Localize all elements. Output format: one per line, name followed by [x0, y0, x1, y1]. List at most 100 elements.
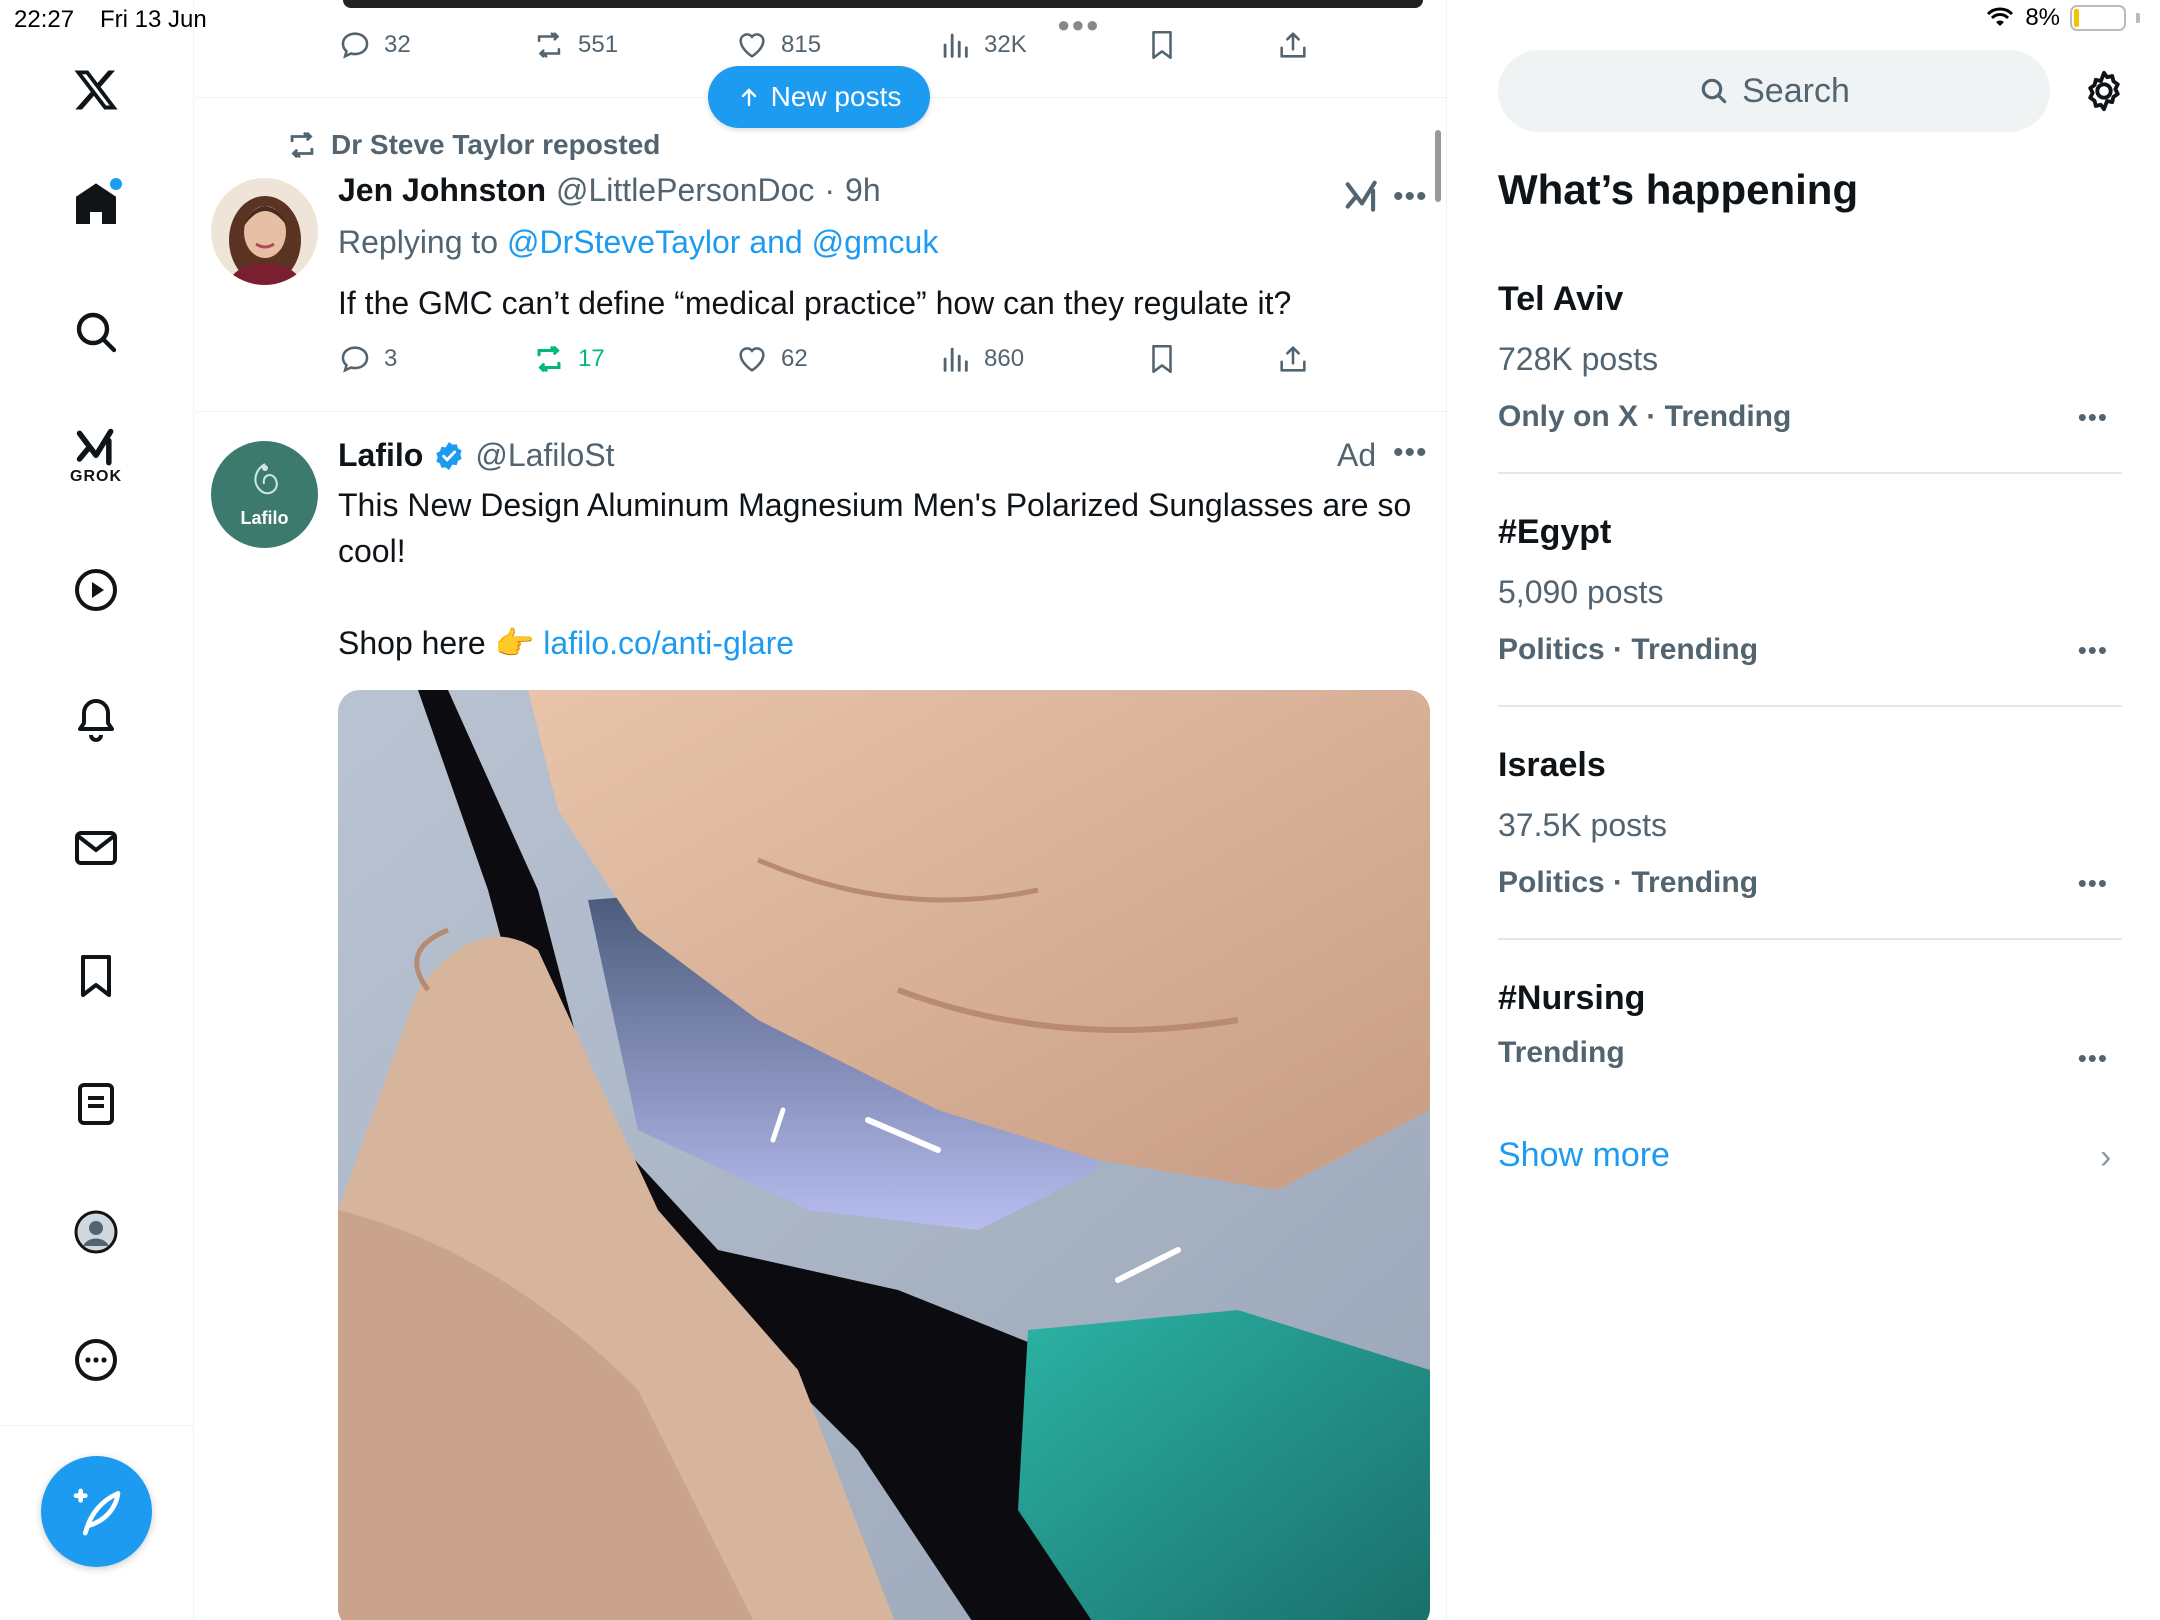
bookmark-icon	[1152, 30, 1172, 60]
home-unread-dot	[110, 178, 122, 190]
grok-post-icon[interactable]	[1343, 178, 1381, 221]
profile-avatar-icon[interactable]	[62, 1198, 130, 1266]
previous-post-actions: 32 551 815 32K	[338, 28, 1338, 68]
new-posts-button[interactable]: New posts	[708, 66, 930, 128]
shop-prefix: Shop here 👉	[338, 625, 544, 661]
settings-gear-icon[interactable]	[2081, 68, 2127, 114]
trend-more-icon[interactable]: •••	[2078, 1043, 2108, 1074]
search-icon	[1701, 78, 1727, 104]
notifications-bell-icon[interactable]	[62, 685, 130, 753]
trend-more-icon[interactable]: •••	[2078, 635, 2108, 666]
post2-header: Lafilo @LafiloSt	[338, 437, 615, 474]
trend-divider	[1498, 705, 2122, 707]
ad-media-image[interactable]	[338, 690, 1430, 1620]
whats-happening-title: What’s happening	[1498, 166, 1859, 213]
reply-button[interactable]: 3	[338, 342, 397, 376]
author-name[interactable]: Jen Johnston	[338, 172, 546, 209]
separator-dot: ·	[824, 172, 836, 208]
grok-label: GROK	[70, 468, 122, 485]
home-icon[interactable]	[62, 170, 130, 238]
repost-context[interactable]: Dr Steve Taylor reposted	[285, 128, 660, 162]
shop-link[interactable]: lafilo.co/anti-glare	[543, 625, 794, 661]
post2-text: This New Design Aluminum Magnesium Men's…	[338, 487, 1412, 569]
reply-button[interactable]: 32	[338, 28, 411, 62]
search-placeholder: Search	[1742, 71, 1850, 110]
trend-more-icon[interactable]: •••	[2078, 402, 2108, 433]
trend-post-count: 728K posts	[1498, 341, 1659, 377]
post-time[interactable]: 9h	[845, 172, 881, 209]
arrow-up-icon	[741, 88, 756, 107]
right-sidebar: Search What’s happening Tel Aviv 728K po…	[1448, 0, 2160, 1620]
lafilo-avatar[interactable]: Lafilo	[211, 441, 318, 548]
bookmarks-icon[interactable]	[62, 942, 130, 1010]
scroll-indicator[interactable]	[1435, 130, 1441, 202]
replying-to-links[interactable]: @DrSteveTaylor and @gmcuk	[507, 224, 938, 260]
lists-icon[interactable]	[62, 1070, 130, 1138]
grok-icon[interactable]: GROK	[62, 422, 130, 490]
views-count: 860	[984, 345, 1025, 372]
repost-button[interactable]: 551	[532, 28, 618, 62]
chevron-right-icon[interactable]: ›	[2100, 1138, 2111, 1177]
post-divider	[195, 411, 1446, 412]
timeline: ●●● 32 551 815 32K New posts Dr Steve Ta…	[195, 0, 1447, 1620]
author-name[interactable]: Lafilo	[338, 437, 423, 474]
verified-badge-icon	[436, 441, 462, 470]
trend-meta: Politics · Trending	[1498, 633, 1759, 666]
trend-item[interactable]: #Nursing Trending •••	[1498, 979, 2122, 1073]
views-chart-icon	[943, 347, 968, 372]
trend-name: Israels	[1498, 746, 1606, 784]
previous-post-media	[343, 0, 1423, 8]
repost-small-icon	[290, 132, 314, 158]
trend-name: Tel Aviv	[1498, 280, 1624, 318]
like-button[interactable]: 62	[735, 342, 808, 376]
compose-post-button[interactable]	[41, 1456, 152, 1567]
author-handle[interactable]: @LittlePersonDoc	[556, 172, 814, 209]
author-handle[interactable]: @LafiloSt	[475, 437, 614, 474]
like-count: 815	[781, 31, 822, 58]
left-nav: GROK	[0, 0, 194, 1620]
trend-meta: Only on X · Trending	[1498, 400, 1792, 433]
replying-prefix: Replying to	[338, 224, 507, 260]
trend-name: #Nursing	[1498, 979, 1646, 1017]
post1-actions: 3 17 62 860	[338, 342, 1338, 382]
trend-item[interactable]: #Egypt 5,090 posts Politics · Trending •…	[1498, 513, 2122, 667]
reply-count: 32	[384, 31, 411, 58]
messages-mail-icon[interactable]	[62, 814, 130, 882]
reply-icon	[341, 32, 369, 59]
jen-johnston-avatar[interactable]	[211, 178, 318, 285]
post-more-icon[interactable]: •••	[1393, 436, 1428, 470]
share-button[interactable]	[1276, 342, 1310, 376]
lafilo-logo-icon	[253, 463, 278, 495]
views-button[interactable]: 32K	[938, 28, 1027, 62]
trend-divider	[1498, 938, 2122, 940]
ad-label: Ad	[1337, 437, 1377, 473]
trend-item[interactable]: Israels 37.5K posts Politics · Trending …	[1498, 746, 2122, 900]
post-more-icon[interactable]: •••	[1393, 180, 1428, 214]
show-more-link[interactable]: Show more	[1498, 1136, 1670, 1175]
repost-context-label: Dr Steve Taylor reposted	[331, 129, 661, 160]
trend-divider	[1498, 472, 2122, 474]
post2-shop-line: Shop here 👉 lafilo.co/anti-glare	[338, 620, 1428, 666]
video-icon[interactable]	[62, 556, 130, 624]
repost-icon	[537, 32, 561, 58]
views-button[interactable]: 860	[938, 342, 1024, 376]
more-options-icon[interactable]	[62, 1326, 130, 1394]
repost-count: 551	[578, 31, 619, 58]
trend-meta: Trending	[1498, 1036, 1625, 1069]
reply-icon	[341, 346, 369, 373]
views-count: 32K	[984, 31, 1027, 58]
share-button[interactable]	[1276, 28, 1310, 62]
like-button[interactable]: 815	[735, 28, 821, 62]
search-nav-icon[interactable]	[62, 298, 130, 366]
lafilo-avatar-text: Lafilo	[240, 508, 289, 528]
bookmark-button[interactable]	[1145, 28, 1179, 62]
search-input[interactable]: Search	[1498, 50, 2050, 132]
post1-text: If the GMC can’t define “medical practic…	[338, 285, 1292, 321]
nav-divider	[0, 1425, 194, 1426]
trend-more-icon[interactable]: •••	[2078, 868, 2108, 899]
x-logo-icon[interactable]	[62, 56, 130, 124]
repost-button[interactable]: 17	[532, 342, 605, 376]
repost-count: 17	[578, 345, 605, 372]
bookmark-button[interactable]	[1145, 342, 1179, 376]
trend-item[interactable]: Tel Aviv 728K posts Only on X · Trending…	[1498, 280, 2122, 434]
